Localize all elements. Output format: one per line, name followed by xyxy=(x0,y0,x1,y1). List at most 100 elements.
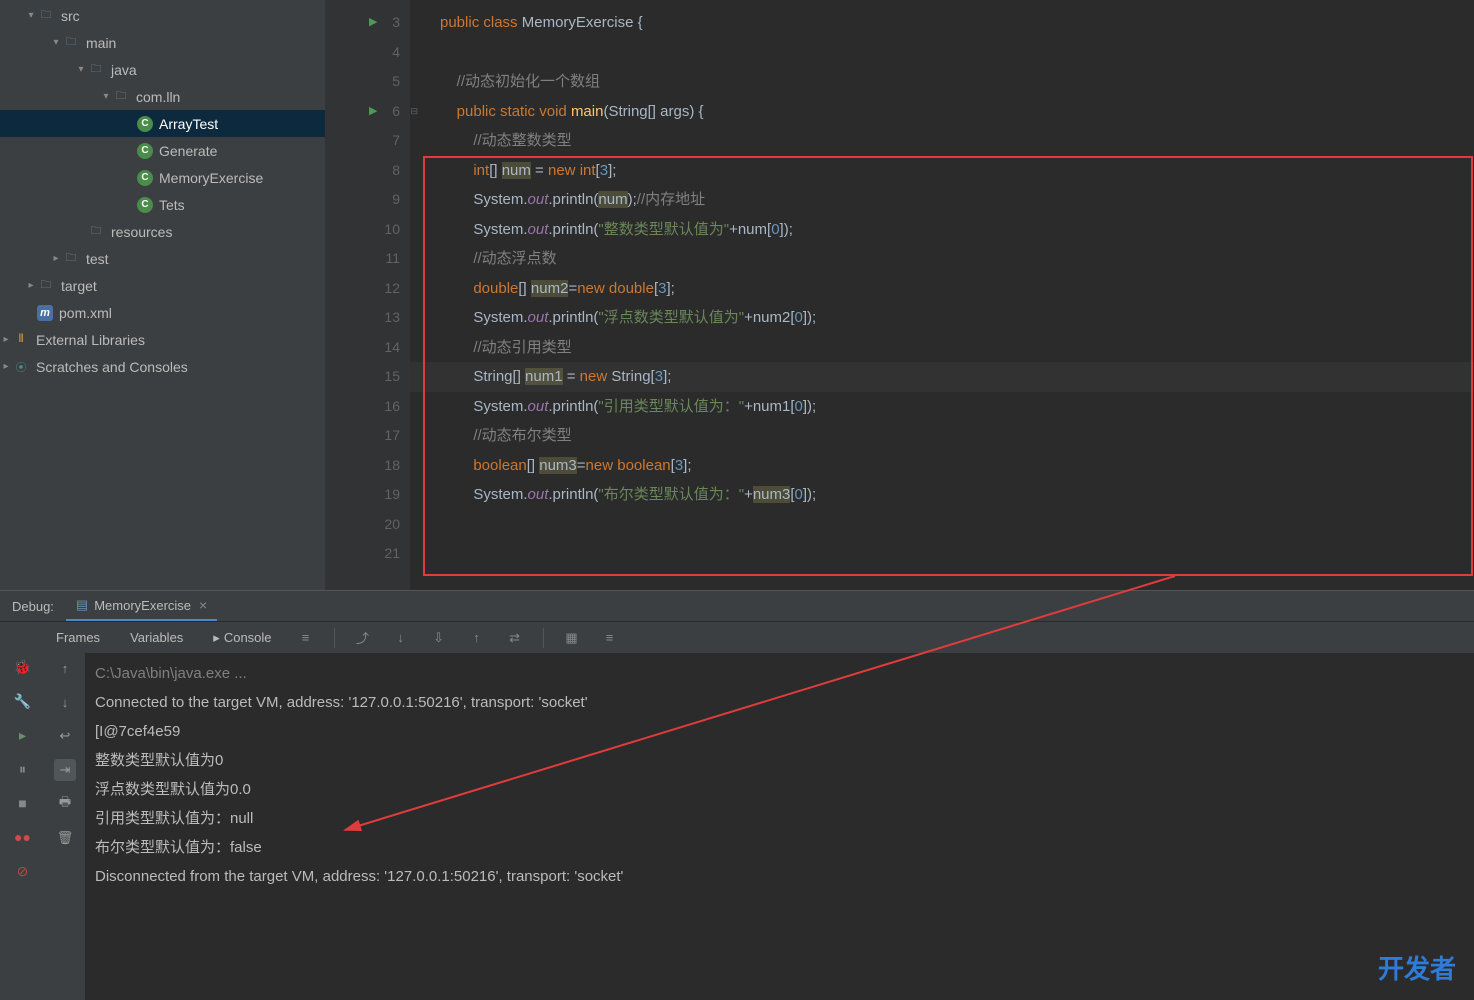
tree-main[interactable]: 🗀 main xyxy=(0,29,325,56)
tree-file-Tets[interactable]: C Tets xyxy=(0,191,325,218)
console-line: 布尔类型默认值为：false xyxy=(95,833,1464,862)
debug-toolbar: Frames Variables ▸Console ≡ ⤴ ↓ ⇩ ↑ ⇄ ▦ … xyxy=(0,621,1474,653)
soft-wrap-icon[interactable]: ↩ xyxy=(54,725,76,747)
class-icon: C xyxy=(137,143,153,159)
main-split: 🗀src🗀main🗀java🗀com.llnCArrayTestCGenerat… xyxy=(0,0,1474,590)
tree-java[interactable]: 🗀 java xyxy=(0,56,325,83)
pause-icon[interactable]: ⏸ xyxy=(13,759,33,779)
tab-frames[interactable]: Frames xyxy=(50,626,106,649)
tree-file-MemoryExercise[interactable]: CMemoryExercise xyxy=(0,164,325,191)
debug-config-tab[interactable]: ▤ MemoryExercise × xyxy=(66,591,217,621)
chevron-icon xyxy=(25,10,37,21)
tree-label: Scratches and Consoles xyxy=(36,359,188,375)
drop-frame-icon[interactable]: ⇄ xyxy=(505,628,525,648)
debug-left-toolbar: 🐞 🔧 ▸ ⏸ ■ ●● ⊘ xyxy=(0,653,45,1000)
code-line-4[interactable] xyxy=(440,38,1474,68)
chevron-icon xyxy=(100,91,112,102)
tree-extlib[interactable]: ⫴ External Libraries xyxy=(0,326,325,353)
evaluate-icon[interactable]: ▦ xyxy=(562,628,582,648)
tree-src[interactable]: 🗀 src xyxy=(0,2,325,29)
console-line: Connected to the target VM, address: '12… xyxy=(95,688,1464,717)
class-icon: C xyxy=(137,116,153,132)
chevron-icon xyxy=(25,280,37,291)
clear-icon[interactable]: 🗑 xyxy=(54,827,76,849)
scratches-icon: ⦿ xyxy=(12,358,30,376)
console-output[interactable]: C:\Java\bin\java.exe ...Connected to the… xyxy=(85,653,1474,1000)
code-line-7[interactable]: //动态整数类型 xyxy=(440,126,1474,156)
chevron-icon xyxy=(0,361,12,372)
tree-test[interactable]: 🗀 test xyxy=(0,245,325,272)
tree-label: pom.xml xyxy=(59,305,112,321)
console-line: 引用类型默认值为：null xyxy=(95,804,1464,833)
debug-icon[interactable]: 🐞 xyxy=(13,657,33,677)
code-line-3[interactable]: public class MemoryExercise { xyxy=(440,8,1474,38)
folder-src-icon: 🗀 xyxy=(37,7,55,25)
tree-pkg[interactable]: 🗀 com.lln xyxy=(0,83,325,110)
chevron-icon xyxy=(50,253,62,264)
print-icon[interactable]: 🖶 xyxy=(54,793,76,815)
console-line: 浮点数类型默认值为0.0 xyxy=(95,775,1464,804)
wrench-icon[interactable]: 🔧 xyxy=(13,691,33,711)
tree-target[interactable]: 🗀 target xyxy=(0,272,325,299)
mute-bp-icon[interactable]: ⊘ xyxy=(13,861,33,881)
tree-label: Tets xyxy=(159,197,185,213)
folder-pkg-icon: 🗀 xyxy=(112,88,130,106)
down-icon[interactable]: ↓ xyxy=(54,691,76,713)
project-tree[interactable]: 🗀src🗀main🗀java🗀com.llnCArrayTestCGenerat… xyxy=(0,0,325,590)
play-icon: ▸ xyxy=(213,630,220,646)
console-line: 整数类型默认值为0 xyxy=(95,746,1464,775)
tree-label: main xyxy=(86,35,116,51)
code-line-5[interactable]: //动态初始化一个数组 xyxy=(440,67,1474,97)
watermark: 开发者 xyxy=(1378,949,1456,986)
step-into-icon[interactable]: ↓ xyxy=(391,628,411,648)
tree-label: java xyxy=(111,62,137,78)
step-out-icon[interactable]: ↑ xyxy=(467,628,487,648)
resume-icon[interactable]: ▸ xyxy=(13,725,33,745)
console-left-toolbar: ↑ ↓ ↩ ⇥ 🖶 🗑 xyxy=(45,653,85,1000)
tree-label: test xyxy=(86,251,109,267)
tree-label: resources xyxy=(111,224,172,240)
up-icon[interactable]: ↑ xyxy=(54,657,76,679)
class-icon: C xyxy=(137,197,153,213)
debug-tab-label: MemoryExercise xyxy=(94,598,191,613)
tab-variables[interactable]: Variables xyxy=(124,626,189,649)
editor-gutter: ▶345▶⊟6789101112131415161718192021 xyxy=(325,0,410,590)
tree-resources[interactable]: 🗀resources xyxy=(0,218,325,245)
tree-label: com.lln xyxy=(136,89,180,105)
tree-label: src xyxy=(61,8,80,24)
scroll-end-icon[interactable]: ⇥ xyxy=(54,759,76,781)
list-icon[interactable]: ≡ xyxy=(296,628,316,648)
tree-pom[interactable]: mpom.xml xyxy=(0,299,325,326)
debug-header: Debug: ▤ MemoryExercise × xyxy=(0,591,1474,621)
folder-icon: 🗀 xyxy=(62,250,80,268)
close-icon[interactable]: × xyxy=(199,597,207,613)
run-config-icon: ▤ xyxy=(76,597,88,613)
tab-console[interactable]: ▸Console xyxy=(207,626,277,650)
stop-icon[interactable]: ■ xyxy=(13,793,33,813)
tree-label: External Libraries xyxy=(36,332,145,348)
tree-file-ArrayTest[interactable]: CArrayTest xyxy=(0,110,325,137)
force-step-into-icon[interactable]: ⇩ xyxy=(429,628,449,648)
run-gutter-icon[interactable]: ▶ xyxy=(369,8,377,38)
code-editor[interactable]: ▶345▶⊟6789101112131415161718192021 publi… xyxy=(325,0,1474,590)
chevron-icon xyxy=(50,37,62,48)
lib-icon: ⫴ xyxy=(12,331,30,349)
debug-panel: Debug: ▤ MemoryExercise × Frames Variabl… xyxy=(0,590,1474,1000)
trace-icon[interactable]: ≡ xyxy=(600,628,620,648)
code-line-6[interactable]: public static void main(String[] args) { xyxy=(440,97,1474,127)
tree-label: MemoryExercise xyxy=(159,170,263,186)
console-line: Disconnected from the target VM, address… xyxy=(95,862,1464,891)
console-wrap: 🐞 🔧 ▸ ⏸ ■ ●● ⊘ ↑ ↓ ↩ ⇥ 🖶 🗑 C:\Java\bin\j… xyxy=(0,653,1474,1000)
breakpoints-icon[interactable]: ●● xyxy=(13,827,33,847)
tree-label: Generate xyxy=(159,143,217,159)
tree-scratches[interactable]: ⦿ Scratches and Consoles xyxy=(0,353,325,380)
run-gutter-icon[interactable]: ▶ xyxy=(369,97,377,127)
folder-src-icon: 🗀 xyxy=(62,34,80,52)
step-over-icon[interactable]: ⤴ xyxy=(353,628,373,648)
chevron-icon xyxy=(0,334,12,345)
tree-file-Generate[interactable]: C Generate xyxy=(0,137,325,164)
console-line: C:\Java\bin\java.exe ... xyxy=(95,659,1464,688)
folder-icon: 🗀 xyxy=(37,277,55,295)
tree-label: target xyxy=(61,278,97,294)
folder-src-icon: 🗀 xyxy=(87,61,105,79)
